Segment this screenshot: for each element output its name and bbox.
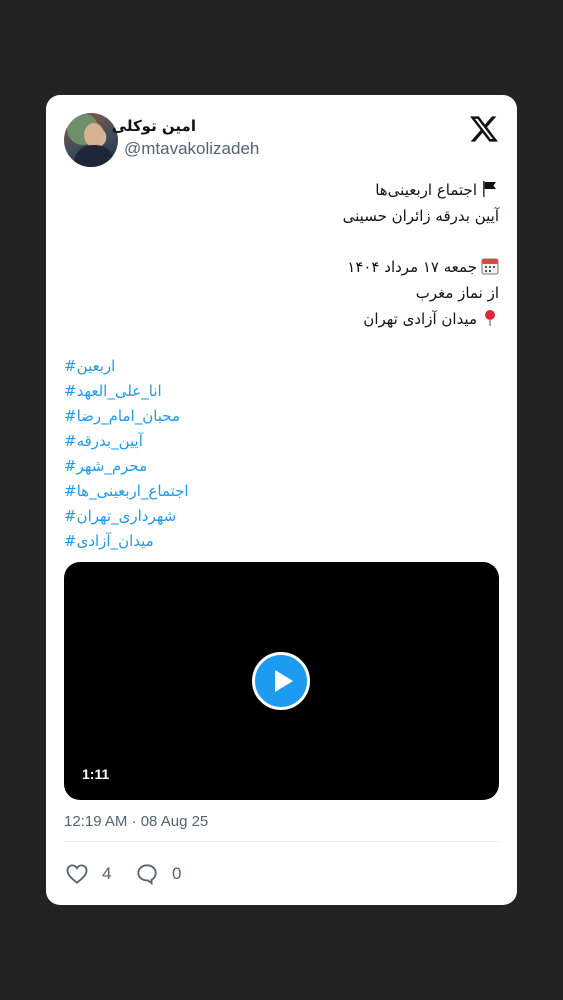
x-logo-icon[interactable] (470, 115, 498, 143)
tweet-timestamp[interactable]: 12:19 AM · 08 Aug 25 (64, 813, 208, 830)
tweet-line-text: جمعه ۱۷ مرداد ۱۴۰۴ (347, 258, 477, 276)
author-name[interactable]: امین توکلی (112, 117, 196, 135)
play-button[interactable] (252, 652, 310, 710)
tweet-line: میدان آزادی تهران (79, 306, 499, 332)
tweet-line-text: اجتماع اربعینی‌ها (375, 181, 477, 199)
hashtag-link[interactable]: #آیین_بدرقه (64, 429, 364, 454)
tweet-text: اجتماع اربعینی‌ها آیین بدرقه زائران حسین… (79, 177, 499, 332)
tweet-line: از نماز مغرب (415, 284, 499, 302)
like-button[interactable]: 4 (66, 862, 111, 886)
hashtag-link[interactable]: #اجتماع_اربعینی_ها (64, 479, 364, 504)
video-player[interactable]: 1:11 (64, 562, 499, 800)
hashtag-link[interactable]: #انا_علی_العهد (64, 379, 364, 404)
hashtag-link[interactable]: #میدان_آزادی (64, 529, 364, 554)
tweet-card: امین توکلی @mtavakolizadeh اجتماع اربعین… (46, 95, 517, 905)
round-pushpin-icon (485, 310, 495, 326)
hashtag-list: #اربعین #انا_علی_العهد #محبان_امام_رضا #… (64, 354, 364, 554)
reply-button[interactable]: 0 (136, 862, 181, 886)
hashtag-link[interactable]: #محرم_شهر (64, 454, 364, 479)
tweet-line: اجتماع اربعینی‌ها (79, 177, 499, 203)
author-handle[interactable]: @mtavakolizadeh (124, 139, 259, 159)
avatar[interactable] (64, 113, 118, 167)
divider (64, 841, 499, 842)
heart-icon (66, 864, 88, 884)
black-flag-icon (483, 181, 496, 197)
hashtag-link[interactable]: #شهرداری_تهران (64, 504, 364, 529)
avatar-body (74, 145, 114, 167)
like-count: 4 (102, 864, 112, 883)
calendar-icon (481, 258, 499, 275)
hashtag-link[interactable]: #اربعین (64, 354, 364, 379)
hashtag-link[interactable]: #محبان_امام_رضا (64, 404, 364, 429)
reply-bubble-icon (137, 864, 157, 885)
play-icon (275, 670, 293, 692)
tweet-line: آیین بدرقه زائران حسینی (342, 207, 499, 225)
avatar-head (84, 123, 104, 147)
tweet-line-text: میدان آزادی تهران (363, 310, 477, 328)
reply-count: 0 (172, 864, 182, 883)
tweet-line: جمعه ۱۷ مرداد ۱۴۰۴ (79, 254, 499, 280)
video-duration: 1:11 (82, 766, 110, 782)
